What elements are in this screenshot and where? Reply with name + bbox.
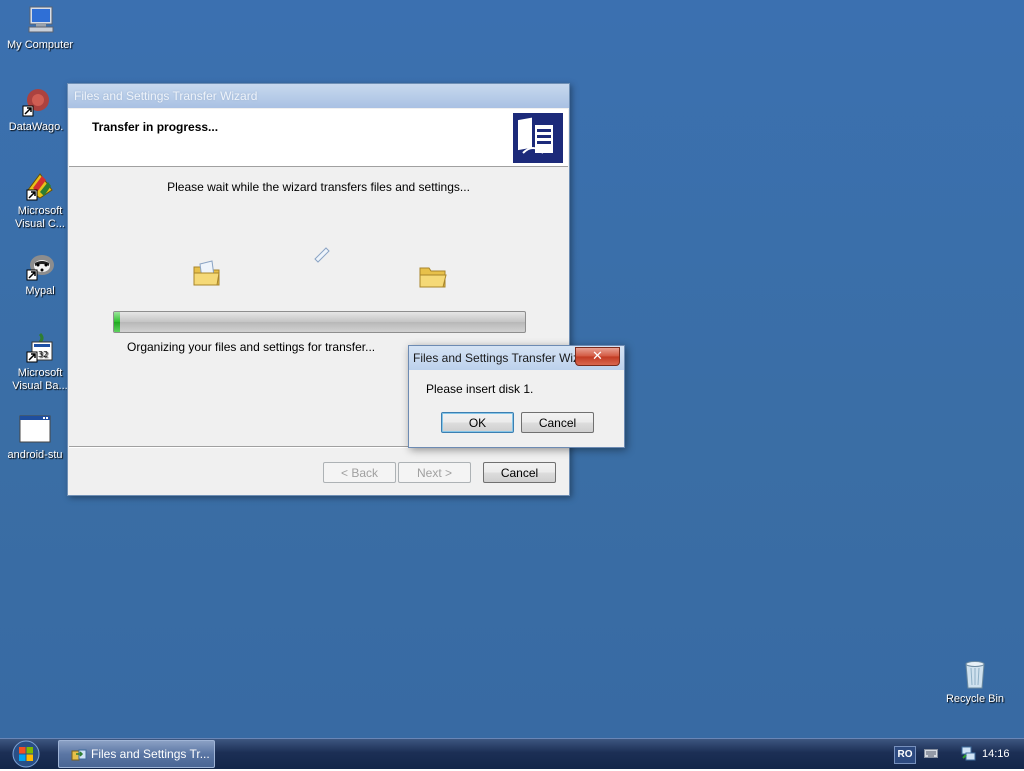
desktop-icon-recycle-bin[interactable]: Recycle Bin bbox=[937, 658, 1013, 706]
desktop-icon-my-computer[interactable]: My Computer bbox=[2, 4, 78, 52]
transfer-progress-bar bbox=[113, 311, 526, 333]
dialog-message: Please insert disk 1. bbox=[426, 382, 534, 396]
next-button[interactable]: Next > bbox=[398, 462, 471, 483]
wizard-instruction: Please wait while the wizard transfers f… bbox=[167, 180, 470, 194]
flying-paper-icon bbox=[313, 245, 331, 266]
computer-icon bbox=[24, 4, 56, 36]
progress-fill bbox=[114, 312, 121, 332]
desktop-icon-label: Recycle Bin bbox=[945, 693, 1005, 705]
transfer-wizard-logo-icon bbox=[513, 113, 563, 163]
clock[interactable]: 14:16 bbox=[982, 739, 1010, 769]
close-icon[interactable]: ✕ bbox=[575, 347, 620, 366]
destination-folder-icon bbox=[418, 262, 448, 293]
windows-logo-icon bbox=[12, 740, 40, 768]
taskbar-item-transfer-wizard[interactable]: Files and Settings Tr... bbox=[58, 740, 215, 768]
desktop-icon-label: My Computer bbox=[6, 39, 74, 51]
wizard-header: Transfer in progress... bbox=[69, 109, 568, 167]
datawago-icon bbox=[20, 86, 52, 118]
language-indicator[interactable]: RO bbox=[894, 746, 916, 764]
desktop-icon-android-studio[interactable]: android-stu bbox=[0, 414, 73, 462]
desktop-icon-label: DataWago. bbox=[8, 121, 64, 133]
source-folder-icon bbox=[192, 258, 222, 291]
ok-button[interactable]: OK bbox=[441, 412, 514, 433]
desktop-icon-datawago[interactable]: DataWago. bbox=[0, 86, 74, 134]
wizard-status-text: Organizing your files and settings for t… bbox=[127, 340, 376, 354]
transfer-wizard-app-icon bbox=[71, 746, 87, 767]
start-button[interactable] bbox=[8, 740, 44, 768]
dialog-title: Files and Settings Transfer Wiz... bbox=[413, 351, 590, 365]
back-button[interactable]: < Back bbox=[323, 462, 396, 483]
mypal-icon bbox=[24, 250, 56, 282]
recycle-bin-icon bbox=[959, 658, 991, 690]
svg-text:32: 32 bbox=[38, 350, 48, 359]
insert-disk-dialog: Files and Settings Transfer Wiz... ✕ Ple… bbox=[408, 345, 625, 448]
desktop: My Computer DataWago. Microsoft Visual C… bbox=[0, 0, 1024, 738]
wizard-header-title: Transfer in progress... bbox=[92, 120, 219, 134]
network-icon[interactable] bbox=[960, 745, 976, 764]
wizard-cancel-button[interactable]: Cancel bbox=[483, 462, 556, 483]
desktop-icon-label: android-stu bbox=[7, 449, 63, 461]
keyboard-icon[interactable] bbox=[924, 747, 938, 762]
visual-basic-icon: 32 bbox=[24, 332, 56, 364]
android-studio-icon bbox=[19, 414, 51, 446]
taskbar: Files and Settings Tr... RO 14:16 bbox=[0, 738, 1024, 769]
taskbar-item-label: Files and Settings Tr... bbox=[91, 747, 210, 761]
dialog-cancel-button[interactable]: Cancel bbox=[521, 412, 594, 433]
visual-c-icon bbox=[24, 170, 56, 202]
wizard-title-bar[interactable]: Files and Settings Transfer Wizard bbox=[68, 84, 569, 108]
